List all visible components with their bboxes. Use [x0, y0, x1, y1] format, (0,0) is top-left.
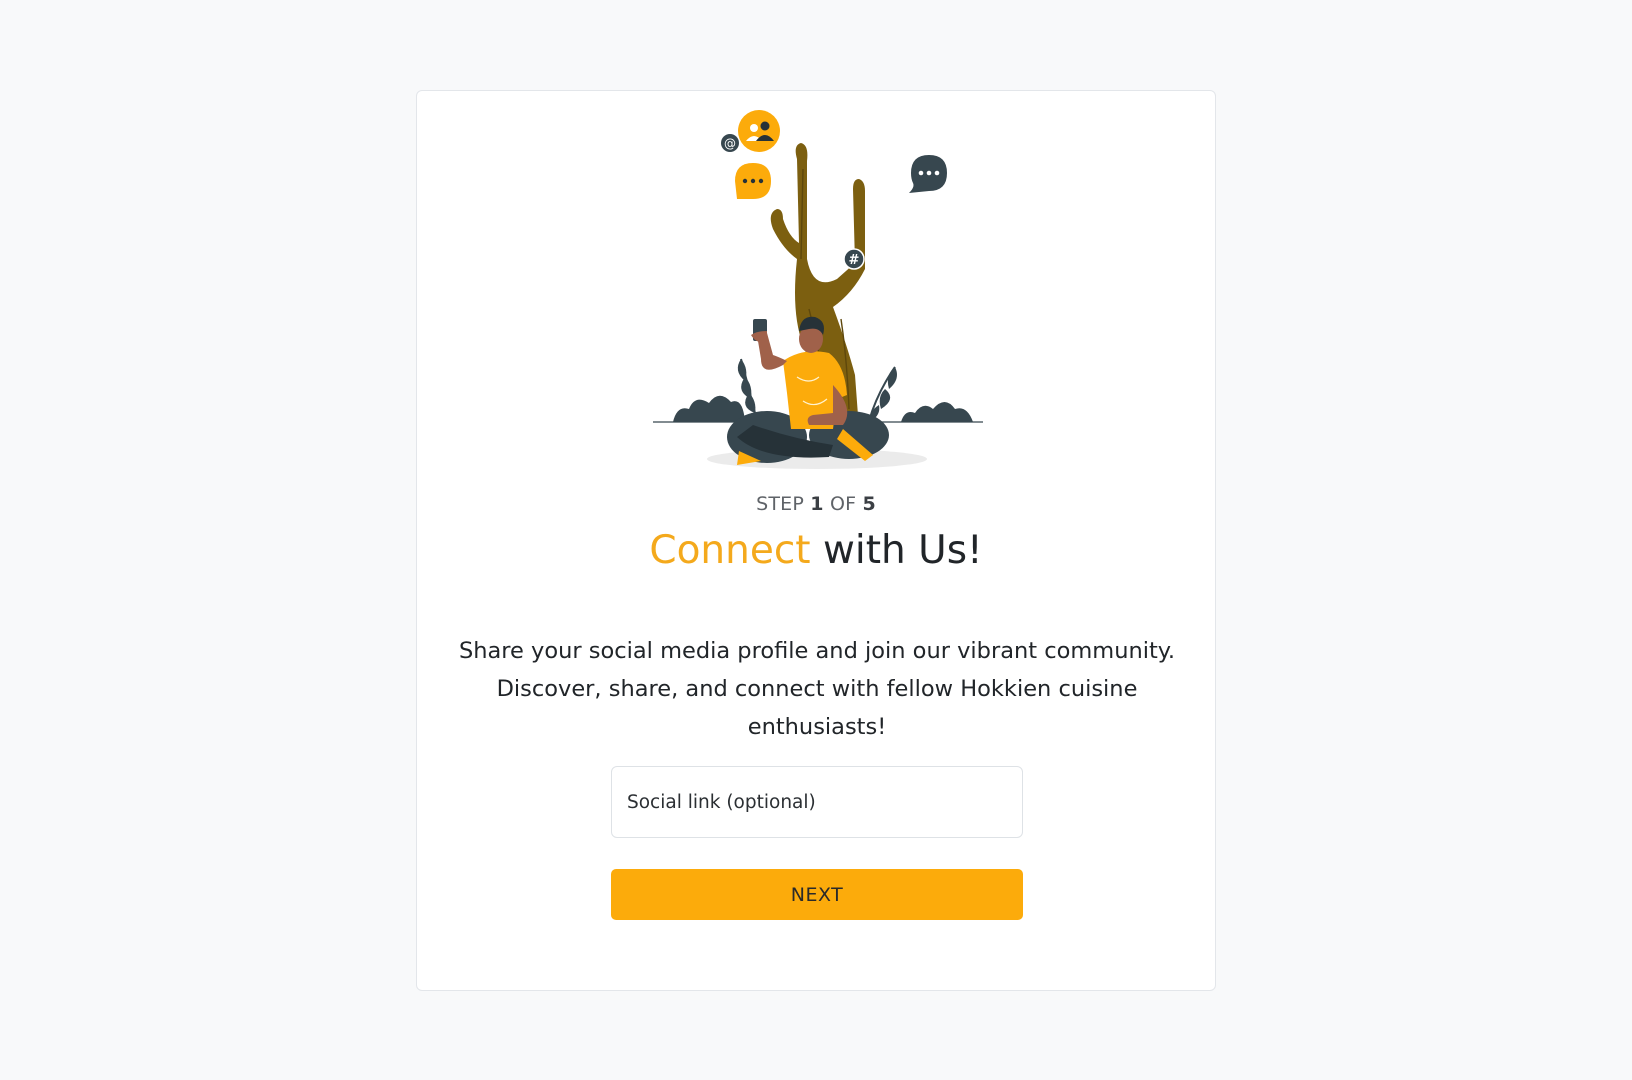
social-link-input[interactable] [612, 767, 1022, 837]
person-icon [727, 316, 889, 465]
plant-right-icon [868, 366, 897, 422]
onboarding-card: @ # STEP 1 OF 5 Connect with Us! Share y… [416, 90, 1216, 991]
step-separator: OF [829, 493, 857, 515]
social-link-field[interactable] [611, 766, 1023, 838]
svg-text:@: @ [724, 137, 736, 151]
step-total: 5 [862, 493, 876, 515]
step-indicator: STEP 1 OF 5 [417, 493, 1215, 515]
next-button[interactable]: NEXT [611, 869, 1023, 920]
step-prefix: STEP [756, 493, 805, 515]
chat-bubble-icon [735, 163, 771, 199]
page-description: Share your social media profile and join… [458, 638, 1176, 740]
bush-right-icon [901, 402, 973, 422]
user-group-icon [738, 110, 780, 152]
bush-left-icon [673, 395, 745, 422]
social-illustration: @ # [633, 109, 1001, 479]
page-title-rest: with Us! [810, 528, 983, 573]
comment-icon [909, 155, 947, 193]
at-sign-icon: @ [721, 134, 739, 152]
hashtag-icon: # [843, 248, 865, 270]
step-current: 1 [810, 493, 824, 515]
page-title-accent: Connect [649, 528, 811, 573]
svg-text:#: # [849, 253, 860, 268]
page-title: Connect with Us! [417, 525, 1215, 577]
